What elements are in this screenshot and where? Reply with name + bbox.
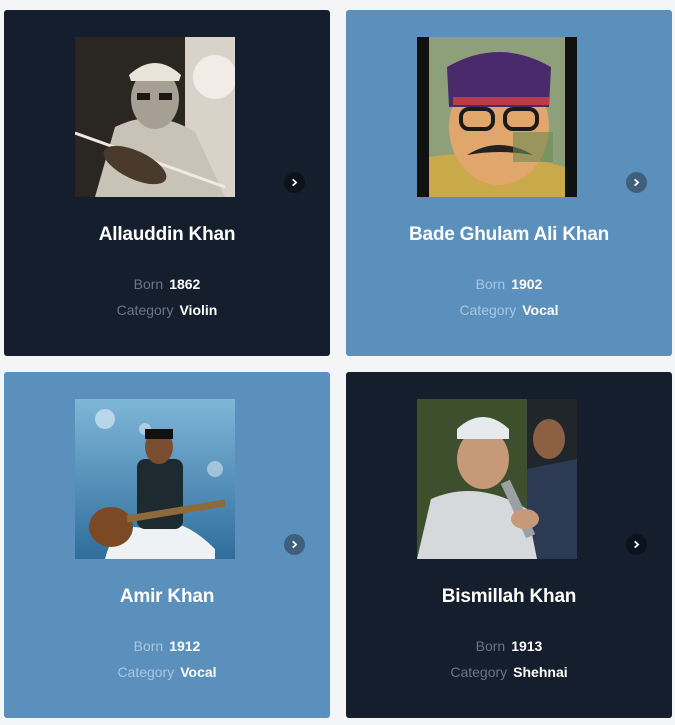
born-row: Born 1902 bbox=[346, 276, 672, 292]
musician-card[interactable]: Bismillah Khan Born 1913 Category Shehnai bbox=[346, 372, 672, 718]
chevron-right-icon bbox=[634, 178, 640, 187]
next-button[interactable] bbox=[284, 534, 305, 555]
born-value: 1902 bbox=[511, 276, 543, 292]
born-label: Born bbox=[475, 638, 506, 654]
born-value: 1913 bbox=[511, 638, 543, 654]
chevron-right-icon bbox=[292, 178, 298, 187]
category-row: Category Violin bbox=[4, 302, 330, 318]
musician-card[interactable]: Amir Khan Born 1912 Category Vocal bbox=[4, 372, 330, 718]
musician-photo bbox=[417, 399, 577, 559]
chevron-right-icon bbox=[292, 540, 298, 549]
born-value: 1912 bbox=[169, 638, 201, 654]
born-label: Born bbox=[475, 276, 506, 292]
category-value: Vocal bbox=[180, 664, 217, 680]
musician-photo bbox=[417, 37, 577, 197]
musician-photo bbox=[75, 37, 235, 197]
born-value: 1862 bbox=[169, 276, 201, 292]
born-row: Born 1912 bbox=[4, 638, 330, 654]
next-button[interactable] bbox=[626, 172, 647, 193]
musician-name[interactable]: Amir Khan bbox=[4, 586, 330, 608]
category-value: Shehnai bbox=[513, 664, 568, 680]
category-value: Violin bbox=[179, 302, 218, 318]
born-label: Born bbox=[133, 276, 164, 292]
category-row: Category Shehnai bbox=[346, 664, 672, 680]
category-label: Category bbox=[459, 302, 517, 318]
musician-card[interactable]: Allauddin Khan Born 1862 Category Violin bbox=[4, 10, 330, 356]
next-button[interactable] bbox=[626, 534, 647, 555]
chevron-right-icon bbox=[634, 540, 640, 549]
musician-photo bbox=[75, 399, 235, 559]
musician-card[interactable]: Bade Ghulam Ali Khan Born 1902 Category Vo… bbox=[346, 10, 672, 356]
musician-name[interactable]: Bismillah Khan bbox=[346, 586, 672, 608]
category-label: Category bbox=[117, 664, 175, 680]
born-label: Born bbox=[133, 638, 164, 654]
born-row: Born 1862 bbox=[4, 276, 330, 292]
category-label: Category bbox=[450, 664, 508, 680]
category-row: Category Vocal bbox=[346, 302, 672, 318]
musician-name[interactable]: Allauddin Khan bbox=[4, 224, 330, 246]
next-button[interactable] bbox=[284, 172, 305, 193]
category-value: Vocal bbox=[522, 302, 559, 318]
category-label: Category bbox=[116, 302, 174, 318]
born-row: Born 1913 bbox=[346, 638, 672, 654]
category-row: Category Vocal bbox=[4, 664, 330, 680]
musician-name[interactable]: Bade Ghulam Ali Khan bbox=[346, 224, 672, 246]
